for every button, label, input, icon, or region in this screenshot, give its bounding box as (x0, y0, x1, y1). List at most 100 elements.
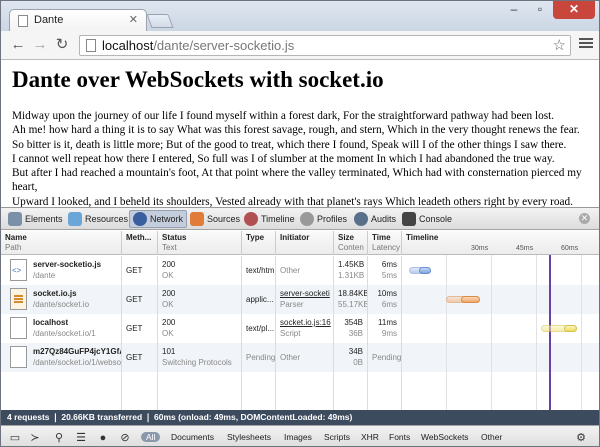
poem-text: Midway upon the journey of our life I fo… (12, 109, 588, 209)
list-view-icon[interactable]: ☰ (75, 432, 87, 444)
filter-scripts[interactable]: Scripts (324, 432, 350, 442)
new-tab-button[interactable] (146, 14, 174, 28)
status-cell: 200 OK (158, 314, 242, 343)
forward-arrow-icon[interactable]: → (31, 36, 49, 54)
poem-line: But after I had reached a mountain's foo… (12, 167, 582, 194)
search-icon[interactable]: ⚲ (53, 432, 65, 444)
html-file-icon (10, 259, 27, 281)
size-cell: 1.45KB 1.31KB (334, 256, 368, 285)
back-arrow-icon[interactable]: ← (9, 36, 27, 54)
column-initiator[interactable]: Initiator (276, 231, 334, 255)
document-file-icon (10, 317, 27, 339)
close-devtools-icon[interactable]: ✕ (579, 213, 590, 224)
type-cell: Pending (242, 343, 276, 372)
page-favicon-icon (18, 15, 28, 27)
record-icon[interactable]: ● (97, 432, 109, 444)
filter-stylesheets[interactable]: Stylesheets (227, 432, 271, 442)
status-cell: 200 OK (158, 256, 242, 285)
table-row[interactable]: socket.io.js/dante/socket.io GET 200 OK a… (1, 285, 599, 314)
column-type[interactable]: Type (242, 231, 276, 255)
request-name-cell[interactable]: server-socketio.js/dante (1, 256, 122, 285)
tab-close-icon[interactable]: ✕ (129, 13, 138, 26)
column-method[interactable]: Meth... (122, 231, 158, 255)
devtools-panel: Elements Resources Network Sources Timel… (1, 207, 599, 446)
dock-icon[interactable]: ▭ (9, 432, 21, 444)
waterfall-bar[interactable] (564, 325, 577, 332)
method-cell: GET (122, 285, 158, 314)
table-row[interactable]: m27Qz84GuFP4jcY1GfA/dante/socket.io/1/we… (1, 343, 599, 372)
tab-timeline[interactable]: Timeline (241, 210, 295, 228)
waterfall-bar[interactable] (419, 267, 431, 274)
filter-documents[interactable]: Documents (171, 432, 214, 442)
minimize-button[interactable]: – (501, 1, 527, 19)
tab-elements[interactable]: Elements (5, 210, 63, 228)
tab-sources[interactable]: Sources (187, 210, 240, 228)
time-cell: 11ms 9ms (368, 314, 402, 343)
devtools-toolbar: Elements Resources Network Sources Timel… (1, 208, 599, 230)
initiator-cell[interactable]: server-socketi Parser (276, 285, 334, 314)
filter-websockets[interactable]: WebSockets (421, 432, 469, 442)
type-cell: text/html (242, 256, 276, 285)
timeline-tick: 60ms (561, 245, 579, 252)
size-cell: 34B 0B (334, 343, 368, 372)
bookmark-star-icon[interactable]: ☆ (553, 36, 566, 54)
time-cell: Pending (368, 343, 402, 372)
profiles-icon (300, 212, 314, 226)
poem-line: So bitter is it, death is little more; B… (12, 138, 567, 151)
initiator-cell: Other (276, 343, 334, 372)
table-row[interactable]: server-socketio.js/dante GET 200OK text/… (1, 256, 599, 285)
page-icon (86, 39, 96, 52)
tab-audits[interactable]: Audits (351, 210, 396, 228)
timeline-tick: 30ms (471, 245, 489, 252)
column-name[interactable]: Name Path (1, 231, 122, 255)
clear-icon[interactable]: ⊘ (119, 432, 131, 444)
sources-icon (190, 212, 204, 226)
tab-profiles[interactable]: Profiles (297, 210, 347, 228)
time-cell: 10ms 6ms (368, 285, 402, 314)
status-cell: 101 Switching Protocols (158, 343, 242, 372)
console-icon (402, 212, 416, 226)
settings-gear-icon[interactable]: ⚙ (575, 432, 587, 444)
filter-other[interactable]: Other (481, 432, 502, 442)
method-cell: GET (122, 256, 158, 285)
url-text: localhost/dante/server-socketio.js (102, 38, 295, 53)
filter-images[interactable]: Images (284, 432, 312, 442)
address-bar[interactable]: localhost/dante/server-socketio.js ☆ (79, 35, 571, 56)
browser-window: Dante ✕ – ▫ ✕ ← → ↻ localhost/dante/serv… (0, 0, 600, 447)
tab-resources[interactable]: Resources (65, 210, 128, 228)
type-cell: applic... (242, 285, 276, 314)
browser-tab[interactable]: Dante ✕ (9, 9, 147, 32)
table-header: Name Path Meth... Status Text Type Initiat… (1, 231, 599, 255)
poem-line: Midway upon the journey of our life I fo… (12, 110, 555, 122)
table-row[interactable]: localhost/dante/socket.io/1 GET 200 OK te… (1, 314, 599, 343)
script-file-icon (10, 288, 27, 310)
console-drawer-icon[interactable]: ≻ (29, 432, 41, 444)
resources-icon (68, 212, 82, 226)
method-cell: GET (122, 314, 158, 343)
filter-fonts[interactable]: Fonts (389, 432, 410, 442)
initiator-cell[interactable]: socket.io.js:16 Script (276, 314, 334, 343)
tab-network[interactable]: Network (129, 210, 188, 228)
menu-icon[interactable] (579, 36, 593, 50)
timeline-tick: 45ms (516, 245, 534, 252)
size-cell: 18.84KB 55.17KB (334, 285, 368, 314)
request-name-cell[interactable]: socket.io.js/dante/socket.io (1, 285, 122, 314)
filter-all[interactable]: All (141, 432, 161, 442)
maximize-button[interactable]: ▫ (527, 1, 553, 19)
column-timeline[interactable]: Timeline 30ms 45ms 60ms (402, 231, 599, 255)
column-size[interactable]: Size Conten (334, 231, 368, 255)
filter-xhr[interactable]: XHR (361, 432, 379, 442)
close-window-button[interactable]: ✕ (553, 1, 595, 19)
elements-icon (8, 212, 22, 226)
page-title: Dante over WebSockets with socket.io (12, 67, 384, 92)
waterfall-bar[interactable] (461, 296, 480, 303)
column-time[interactable]: Time Latency (368, 231, 402, 255)
network-icon (133, 212, 147, 226)
timeline-icon (244, 212, 258, 226)
reload-icon[interactable]: ↻ (53, 36, 71, 54)
devtools-bottom-bar: ▭ ≻ ⚲ ☰ ● ⊘ All Documents Stylesheets Im… (1, 425, 599, 446)
column-status[interactable]: Status Text (158, 231, 242, 255)
tab-console[interactable]: Console (399, 210, 452, 228)
request-name-cell[interactable]: m27Qz84GuFP4jcY1GfA/dante/socket.io/1/we… (1, 343, 122, 372)
request-name-cell[interactable]: localhost/dante/socket.io/1 (1, 314, 122, 343)
